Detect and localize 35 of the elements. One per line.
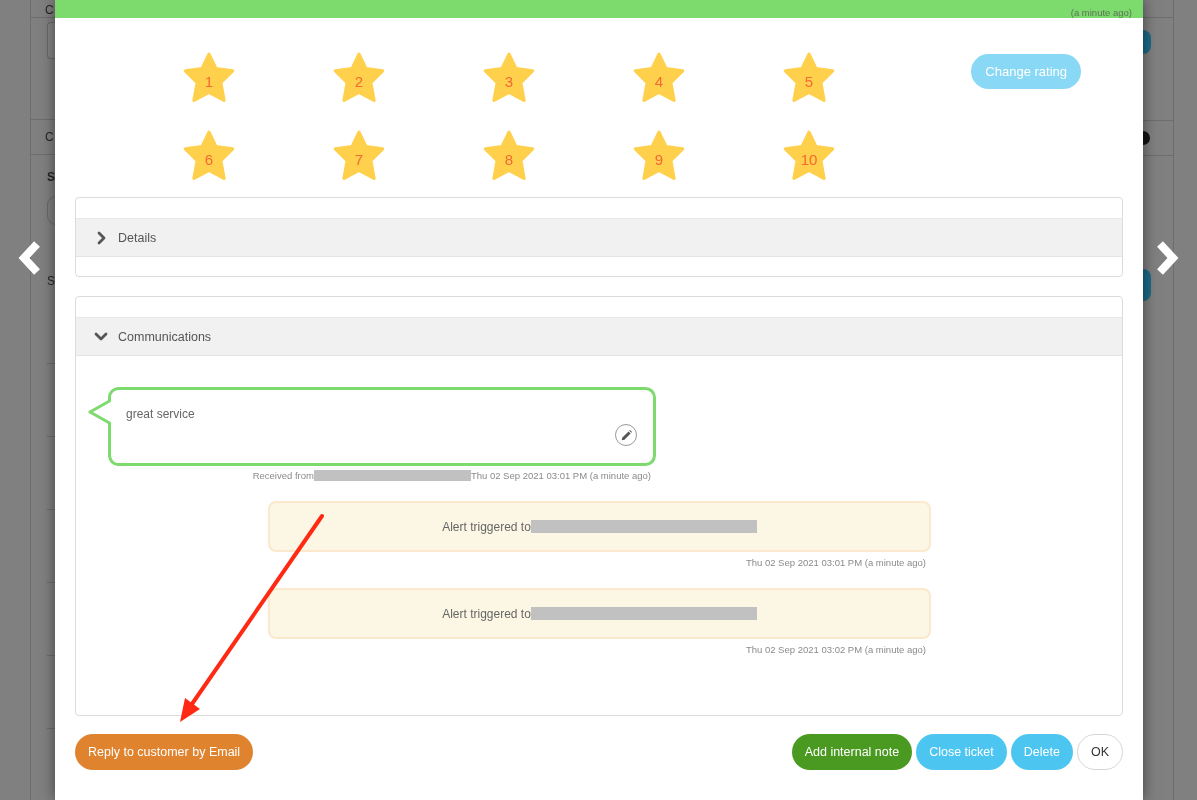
- rating-star[interactable]: 2: [332, 52, 386, 103]
- rating-star[interactable]: 9: [632, 130, 686, 181]
- rating-star[interactable]: 6: [182, 130, 236, 181]
- message-text: great service: [126, 407, 195, 421]
- button-edge: [1143, 30, 1151, 54]
- section-header[interactable]: Details: [76, 218, 1122, 257]
- rating-star[interactable]: 1: [182, 52, 236, 103]
- timestamp: Thu 02 Sep 2021 03:01 PM (a minute ago): [744, 557, 927, 569]
- rating-star[interactable]: 10: [782, 130, 836, 181]
- rating-star[interactable]: 3: [482, 52, 536, 103]
- pencil-icon: [620, 429, 632, 441]
- action-button[interactable]: Close ticket: [916, 734, 1007, 770]
- reply-button[interactable]: Reply to customer by Email: [75, 734, 254, 770]
- rating-star[interactable]: 7: [332, 130, 386, 181]
- meta-label: Received from: [252, 470, 314, 481]
- chevron-down-icon: [94, 332, 108, 341]
- button-edge: [1143, 269, 1151, 301]
- rating-star[interactable]: 8: [482, 130, 536, 181]
- background-text: C: [45, 130, 54, 144]
- action-button[interactable]: Delete: [1010, 734, 1073, 770]
- header-time-note: (a minute ago): [1070, 7, 1132, 18]
- section-header[interactable]: Communications: [76, 317, 1122, 356]
- action-button[interactable]: OK: [1076, 734, 1123, 770]
- background-text: S: [47, 275, 55, 288]
- timestamp: Thu 02 Sep 2021 03:02 PM (a minute ago): [744, 644, 927, 656]
- rating-star[interactable]: 5: [782, 52, 836, 103]
- background-text: S: [47, 171, 55, 184]
- alert-text: Alert triggered to: [442, 519, 531, 534]
- rating-star[interactable]: 4: [632, 52, 686, 103]
- button-edge: [1143, 131, 1150, 145]
- alert-text: Alert triggered to: [442, 606, 531, 621]
- timestamp: Thu 02 Sep 2021 03:01 PM (a minute ago): [470, 470, 651, 481]
- action-button[interactable]: Add internal note: [791, 734, 913, 770]
- chevron-right-icon: [97, 230, 106, 245]
- background-text: C: [45, 4, 54, 17]
